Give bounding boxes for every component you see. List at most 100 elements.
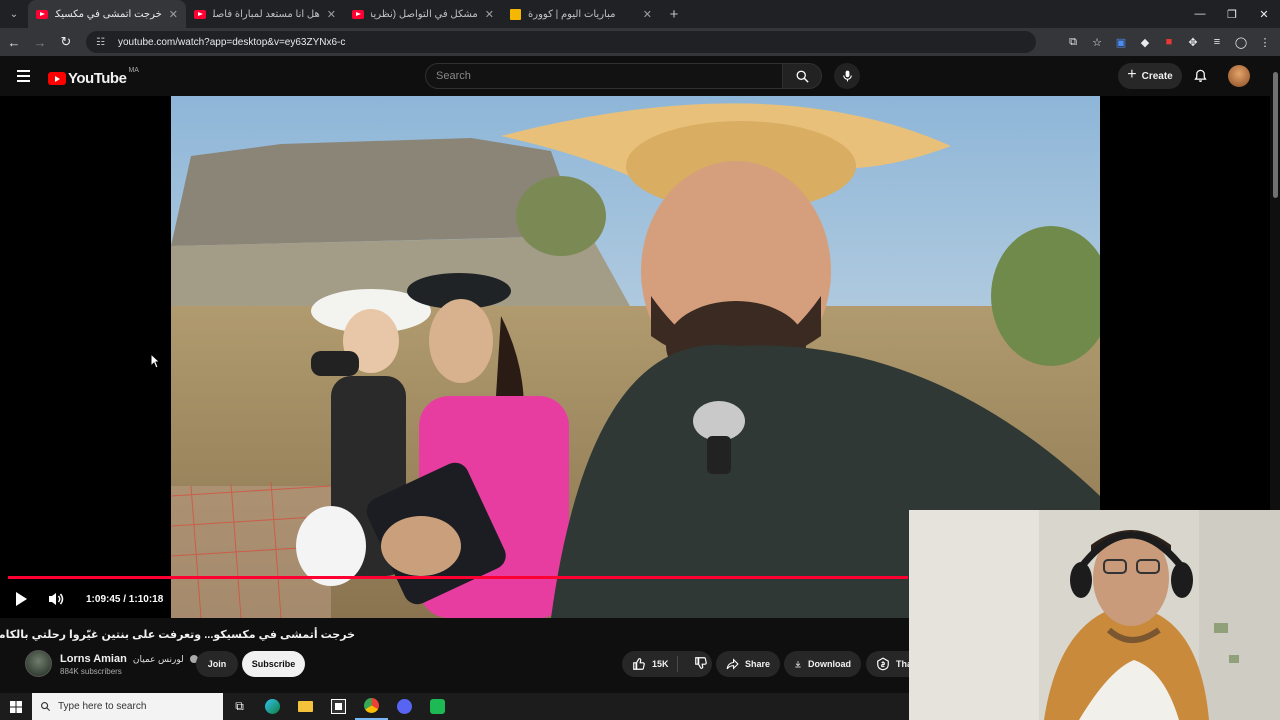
account-avatar[interactable]: [1228, 65, 1250, 87]
search-button[interactable]: [782, 63, 822, 89]
volume-icon: [49, 593, 64, 605]
tab-title: خرجت أتمشى في مكسيكو... وتعرفت على بنتين…: [55, 8, 162, 20]
close-tab-icon[interactable]: ✕: [643, 8, 652, 21]
browser-tab-1[interactable]: خرجت أتمشى في مكسيكو... وتعرفت على بنتين…: [28, 0, 186, 28]
folder-icon: [298, 701, 313, 712]
youtube-icon: [194, 9, 206, 19]
join-button[interactable]: Join: [196, 651, 238, 677]
search-placeholder: Search: [436, 70, 471, 82]
voice-search-button[interactable]: [834, 63, 860, 89]
download-label: Download: [808, 659, 851, 669]
store-button[interactable]: [322, 693, 355, 720]
youtube-play-logo-icon: [48, 72, 66, 85]
translate-extension-icon[interactable]: ▣: [1114, 36, 1128, 49]
discord-button[interactable]: [388, 693, 421, 720]
green-app-icon: [430, 699, 445, 714]
search-icon: [796, 70, 809, 83]
back-icon[interactable]: ←: [2, 35, 26, 50]
channel-avatar[interactable]: [25, 650, 52, 677]
extensions-puzzle-icon[interactable]: ✥: [1186, 36, 1200, 49]
store-icon: [331, 699, 346, 714]
channel-name[interactable]: Lorns Amian لورنس عميان: [60, 653, 198, 665]
browser-tab-strip: ⌄ خرجت أتمشى في مكسيكو... وتعرفت على بنت…: [0, 0, 1280, 28]
thumbs-down-icon: [694, 657, 707, 669]
discord-icon: [397, 699, 412, 714]
browser-toolbar: ← → ↻ ☷ youtube.com/watch?app=desktop&v=…: [0, 28, 1280, 56]
plus-icon: +: [1127, 66, 1137, 83]
time-display: 1:09:45 / 1:10:18: [86, 594, 164, 605]
thanks-icon: [877, 657, 889, 671]
reading-list-icon[interactable]: ≡: [1210, 36, 1224, 48]
site-info-icon[interactable]: ☷: [96, 37, 110, 48]
url-text: youtube.com/watch?app=desktop&v=ey63ZYNx…: [118, 36, 346, 48]
chrome-menu-icon[interactable]: ⋮: [1258, 36, 1272, 49]
search-icon: [41, 702, 51, 712]
subscriber-count: 884K subscribers: [60, 667, 122, 676]
create-button[interactable]: + Create: [1118, 63, 1182, 89]
dislike-button[interactable]: [684, 656, 708, 672]
youtube-logo[interactable]: YouTube MA: [48, 67, 139, 87]
edge-button[interactable]: [256, 693, 289, 720]
like-count: 15K: [652, 659, 669, 669]
volume-button[interactable]: [48, 592, 65, 611]
tab-search-dropdown-icon[interactable]: ⌄: [0, 0, 28, 28]
play-button[interactable]: [14, 591, 28, 612]
extension-diamond-icon[interactable]: ◆: [1138, 36, 1152, 49]
scrollbar-thumb[interactable]: [1273, 72, 1278, 198]
profile-icon[interactable]: ◯: [1234, 36, 1248, 49]
forward-icon[interactable]: →: [28, 35, 52, 50]
like-button[interactable]: 15K: [622, 656, 678, 672]
subscribe-button[interactable]: Subscribe: [242, 651, 305, 677]
webcam-image: [909, 510, 1280, 720]
mouse-cursor-icon: [150, 353, 160, 369]
download-button[interactable]: Download: [784, 651, 861, 677]
reload-icon[interactable]: ↻: [54, 34, 78, 50]
start-button[interactable]: [0, 700, 32, 713]
chrome-button[interactable]: [355, 693, 388, 720]
youtube-icon: [352, 9, 364, 19]
video-title: خرجت أتمشى في مكسيكو... وتعرفت على بنتين…: [0, 629, 355, 641]
close-window-icon[interactable]: ✕: [1248, 8, 1280, 21]
like-dislike-group: 15K: [622, 651, 712, 677]
browser-tab-3[interactable]: مشكل في التواصل (نظرية البراغي) ✕: [344, 0, 502, 28]
app-button[interactable]: [421, 693, 454, 720]
share-label: Share: [744, 659, 770, 669]
taskbar-search-placeholder: Type here to search: [58, 701, 147, 712]
extension-red-icon[interactable]: ■: [1162, 36, 1176, 48]
notifications-button[interactable]: [1193, 68, 1208, 89]
restore-icon[interactable]: ❐: [1216, 8, 1248, 21]
share-button[interactable]: Share: [716, 651, 780, 677]
install-app-icon[interactable]: ⧉: [1066, 36, 1080, 49]
file-explorer-button[interactable]: [289, 693, 322, 720]
play-icon: [16, 592, 27, 606]
browser-tab-4[interactable]: مباريات اليوم | كوورة ✕: [502, 0, 660, 28]
close-tab-icon[interactable]: ✕: [327, 8, 336, 21]
create-label: Create: [1141, 70, 1173, 82]
country-code: MA: [128, 67, 139, 74]
address-bar[interactable]: ☷ youtube.com/watch?app=desktop&v=ey63ZY…: [86, 31, 1036, 53]
close-tab-icon[interactable]: ✕: [485, 8, 494, 21]
share-icon: [726, 658, 739, 670]
new-tab-icon[interactable]: +: [660, 6, 688, 23]
bookmark-star-icon[interactable]: ☆: [1090, 36, 1104, 49]
tab-title: مشكل في التواصل (نظرية البراغي): [371, 8, 478, 20]
windows-logo-icon: [10, 700, 22, 713]
minimize-icon[interactable]: —: [1184, 8, 1216, 21]
menu-icon[interactable]: [17, 70, 30, 85]
taskbar-search-input[interactable]: Type here to search: [32, 693, 223, 720]
channel-name-arabic: لورنس عميان: [132, 654, 184, 664]
extension-toolbar: ⧉ ☆ ▣ ◆ ■ ✥ ≡ ◯ ⋮: [1066, 36, 1272, 49]
tab-title: مباريات اليوم | كوورة: [528, 8, 616, 20]
windows-taskbar: Type here to search ⧉: [0, 693, 909, 720]
browser-tab-2[interactable]: هل أنا مستعد لمباراة فاصلة؟ اتش التأهل ل…: [186, 0, 344, 28]
search-input[interactable]: Search: [425, 63, 783, 89]
edge-icon: [265, 699, 280, 714]
microphone-icon: [842, 70, 852, 82]
window-controls: — ❐ ✕: [1184, 8, 1280, 21]
channel-name-latin: Lorns Amian: [60, 653, 127, 665]
video-progress-bar[interactable]: [8, 576, 908, 579]
close-tab-icon[interactable]: ✕: [169, 8, 178, 21]
task-view-button[interactable]: ⧉: [223, 693, 256, 720]
youtube-masthead: YouTube MA Search + Create: [0, 56, 1280, 96]
tab-title: هل أنا مستعد لمباراة فاصلة؟ اتش التأهل ل…: [213, 8, 320, 20]
